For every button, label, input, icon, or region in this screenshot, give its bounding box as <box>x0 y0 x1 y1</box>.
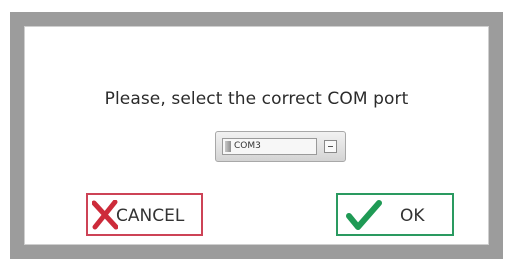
com-port-select[interactable]: COM3 <box>215 131 346 162</box>
ok-label: OK <box>400 206 425 226</box>
ok-button[interactable]: OK <box>336 193 454 236</box>
dialog-frame: Please, select the correct COM port COM3… <box>10 12 503 259</box>
check-mark-icon <box>346 200 382 235</box>
com-port-dialog: Please, select the correct COM port COM3… <box>24 26 489 245</box>
dialog-prompt: Please, select the correct COM port <box>104 89 409 109</box>
cancel-button[interactable]: CANCEL <box>86 193 203 236</box>
x-mark-icon <box>91 199 119 235</box>
grip-icon <box>225 141 231 152</box>
com-port-field[interactable]: COM3 <box>222 138 317 155</box>
cancel-label: CANCEL <box>116 206 185 226</box>
dropdown-arrow-icon[interactable] <box>324 140 337 153</box>
com-port-value: COM3 <box>234 141 261 151</box>
